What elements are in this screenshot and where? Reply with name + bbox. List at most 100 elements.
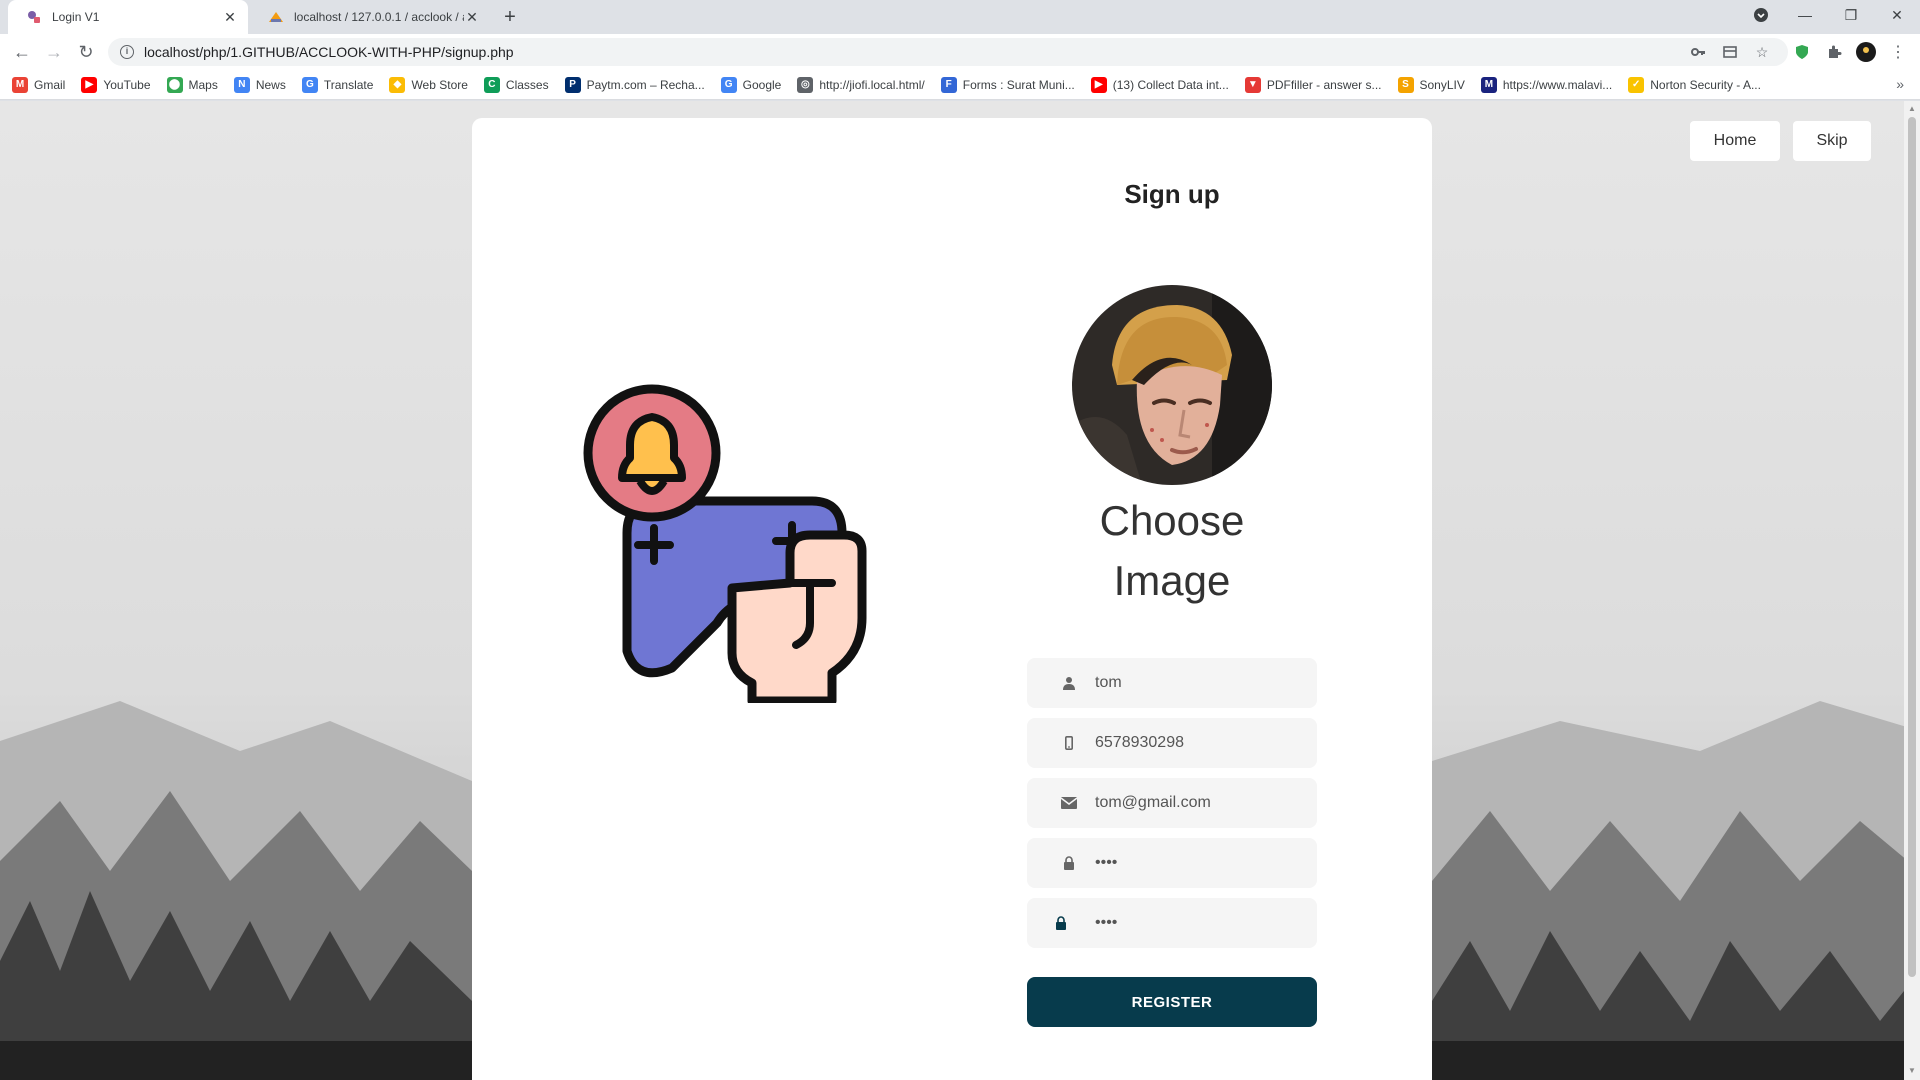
shield-extension-icon[interactable] <box>1790 40 1814 64</box>
bookmark-item[interactable]: F Forms : Surat Muni... <box>940 76 1075 93</box>
bookmark-label: Maps <box>188 77 218 92</box>
back-icon[interactable]: ← <box>10 40 34 64</box>
bookmark-favicon-icon: S <box>1397 76 1414 93</box>
phone-value[interactable]: 6578930298 <box>1095 734 1184 752</box>
bookmark-label: Gmail <box>34 77 66 92</box>
url-text[interactable]: localhost/php/1.GITHUB/ACCLOOK-WITH-PHP/… <box>144 44 514 60</box>
bookmark-favicon-icon: ▼ <box>1244 76 1261 93</box>
close-tab-icon[interactable]: ✕ <box>222 9 238 25</box>
forward-icon[interactable]: → <box>42 40 66 64</box>
bookmark-favicon-icon: ◎ <box>797 76 814 93</box>
browser-tab-bar: Login V1 ✕ localhost / 127.0.0.1 / acclo… <box>0 0 1920 34</box>
page-title: Sign up <box>1124 179 1220 209</box>
bookmarks-bar: M Gmail ▶ YouTube ⬤ Maps N News G Translate ◆ Web S… <box>0 70 1920 100</box>
password-value[interactable]: •••• <box>1095 854 1117 872</box>
bookmark-item[interactable]: ◆ Web Store <box>389 76 468 93</box>
reload-icon[interactable]: ↻ <box>74 40 98 64</box>
register-button[interactable]: REGISTER <box>1027 977 1317 1027</box>
bookmark-item[interactable]: G Translate <box>301 76 374 93</box>
bookmark-item[interactable]: ⬤ Maps <box>166 76 218 93</box>
choose-image-label[interactable]: Choose Image <box>1027 491 1317 611</box>
bookmark-favicon-icon: C <box>483 76 500 93</box>
profile-dropdown-icon[interactable] <box>1738 0 1784 30</box>
bookmark-star-icon[interactable]: ☆ <box>1750 40 1774 64</box>
scrollbar-thumb[interactable] <box>1908 117 1916 977</box>
bookmark-favicon-icon: ◆ <box>389 76 406 93</box>
confirm-password-value[interactable]: •••• <box>1095 914 1117 932</box>
bookmark-item[interactable]: G Google <box>720 76 782 93</box>
bookmark-item[interactable]: P Paytm.com – Recha... <box>564 76 705 93</box>
bookmark-item[interactable]: S SonyLIV <box>1397 76 1465 93</box>
skip-button[interactable]: Skip <box>1793 121 1871 161</box>
bookmark-item[interactable]: Mhttps://www.malavi... <box>1480 76 1613 93</box>
menu-kebab-icon[interactable]: ⋮ <box>1886 40 1910 64</box>
bookmark-favicon-icon: F <box>940 76 957 93</box>
choose-line-2: Image <box>1113 557 1231 604</box>
scroll-down-icon[interactable]: ▼ <box>1908 1067 1916 1075</box>
browser-toolbar: ← → ↻ i localhost/php/1.GITHUB/ACCLOOK-W… <box>0 34 1920 70</box>
bookmark-label: SonyLIV <box>1419 77 1465 92</box>
bookmark-item[interactable]: ◎ http://jiofi.local.html/ <box>797 76 925 93</box>
key-icon[interactable] <box>1686 40 1710 64</box>
tab-label: localhost / 127.0.0.1 / acclook / a <box>294 10 464 24</box>
new-tab-icon[interactable]: + <box>498 5 522 29</box>
page-viewport: Home Skip Sign up Choose Image tom 65789… <box>0 101 1920 1080</box>
bookmark-favicon-icon: N <box>233 76 250 93</box>
bookmark-favicon-icon: ⬤ <box>166 76 183 93</box>
site-info-icon[interactable]: i <box>120 45 134 59</box>
confirm-password-field[interactable]: •••• <box>1027 898 1317 948</box>
bookmark-favicon-icon: ▶ <box>81 76 98 93</box>
close-tab-icon[interactable]: ✕ <box>464 9 480 25</box>
bookmark-label: News <box>255 77 286 92</box>
bookmark-favicon-icon: P <box>564 76 581 93</box>
address-bar[interactable]: i localhost/php/1.GITHUB/ACCLOOK-WITH-PH… <box>108 38 1788 66</box>
close-window-icon[interactable]: ✕ <box>1874 0 1920 30</box>
bookmark-item[interactable]: ▶ YouTube <box>81 76 151 93</box>
page-scrollbar[interactable]: ▲ ▼ <box>1904 101 1920 1080</box>
bookmark-label: Norton Security - A... <box>1650 77 1761 92</box>
bookmarks-overflow-icon[interactable]: » <box>1896 76 1904 92</box>
bookmark-label: (13) Collect Data int... <box>1112 77 1229 92</box>
bookmark-favicon-icon: ▶ <box>1090 76 1107 93</box>
phone-field[interactable]: 6578930298 <box>1027 718 1317 768</box>
reader-mode-icon[interactable] <box>1718 40 1742 64</box>
bookmark-item[interactable]: ▶ (13) Collect Data int... <box>1090 76 1229 93</box>
avatar[interactable] <box>1854 40 1878 64</box>
bookmark-favicon-icon: ✓ <box>1628 76 1645 93</box>
minimize-icon[interactable]: — <box>1782 0 1828 30</box>
username-field[interactable]: tom <box>1027 658 1317 708</box>
envelope-icon <box>1059 797 1079 809</box>
email-field[interactable]: tom@gmail.com <box>1027 778 1317 828</box>
bookmark-label: Translate <box>323 77 374 92</box>
bookmark-favicon-icon: G <box>301 76 318 93</box>
bookmark-item[interactable]: M Gmail <box>12 76 66 93</box>
tab-login[interactable]: Login V1 ✕ <box>8 0 248 34</box>
scroll-up-icon[interactable]: ▲ <box>1908 105 1916 113</box>
bookmark-item[interactable]: ✓ Norton Security - A... <box>1628 76 1761 93</box>
username-value[interactable]: tom <box>1095 674 1122 692</box>
bookmark-label: PDFfiller - answer s... <box>1266 77 1382 92</box>
mobile-phone-icon <box>1059 736 1079 750</box>
bookmark-label: Forms : Surat Muni... <box>962 77 1075 92</box>
bookmark-item[interactable]: N News <box>233 76 286 93</box>
bookmark-label: http://jiofi.local.html/ <box>819 77 925 92</box>
email-value[interactable]: tom@gmail.com <box>1095 794 1211 812</box>
restore-icon[interactable]: ❐ <box>1828 0 1874 30</box>
bookmark-item[interactable]: C Classes <box>483 76 549 93</box>
bookmark-item[interactable]: ▼ PDFfiller - answer s... <box>1244 76 1382 93</box>
profile-image-preview[interactable] <box>1072 285 1272 485</box>
home-button[interactable]: Home <box>1690 121 1780 161</box>
password-field[interactable]: •••• <box>1027 838 1317 888</box>
bookmark-label: https://www.malavi... <box>1502 77 1613 92</box>
bookmark-label: Paytm.com – Recha... <box>586 77 705 92</box>
choose-line-1: Choose <box>1099 497 1245 544</box>
lock-icon <box>1051 916 1071 930</box>
bookmark-label: Google <box>742 77 782 92</box>
extensions-puzzle-icon[interactable] <box>1822 40 1846 64</box>
tab-phpmyadmin[interactable]: localhost / 127.0.0.1 / acclook / a ✕ <box>250 0 490 34</box>
bookmark-label: Classes <box>505 77 549 92</box>
gamepad-notification-illustration <box>583 384 867 703</box>
bookmark-favicon-icon: M <box>12 76 28 93</box>
bookmark-favicon-icon: G <box>720 76 737 93</box>
page-favicon-icon <box>26 9 42 25</box>
